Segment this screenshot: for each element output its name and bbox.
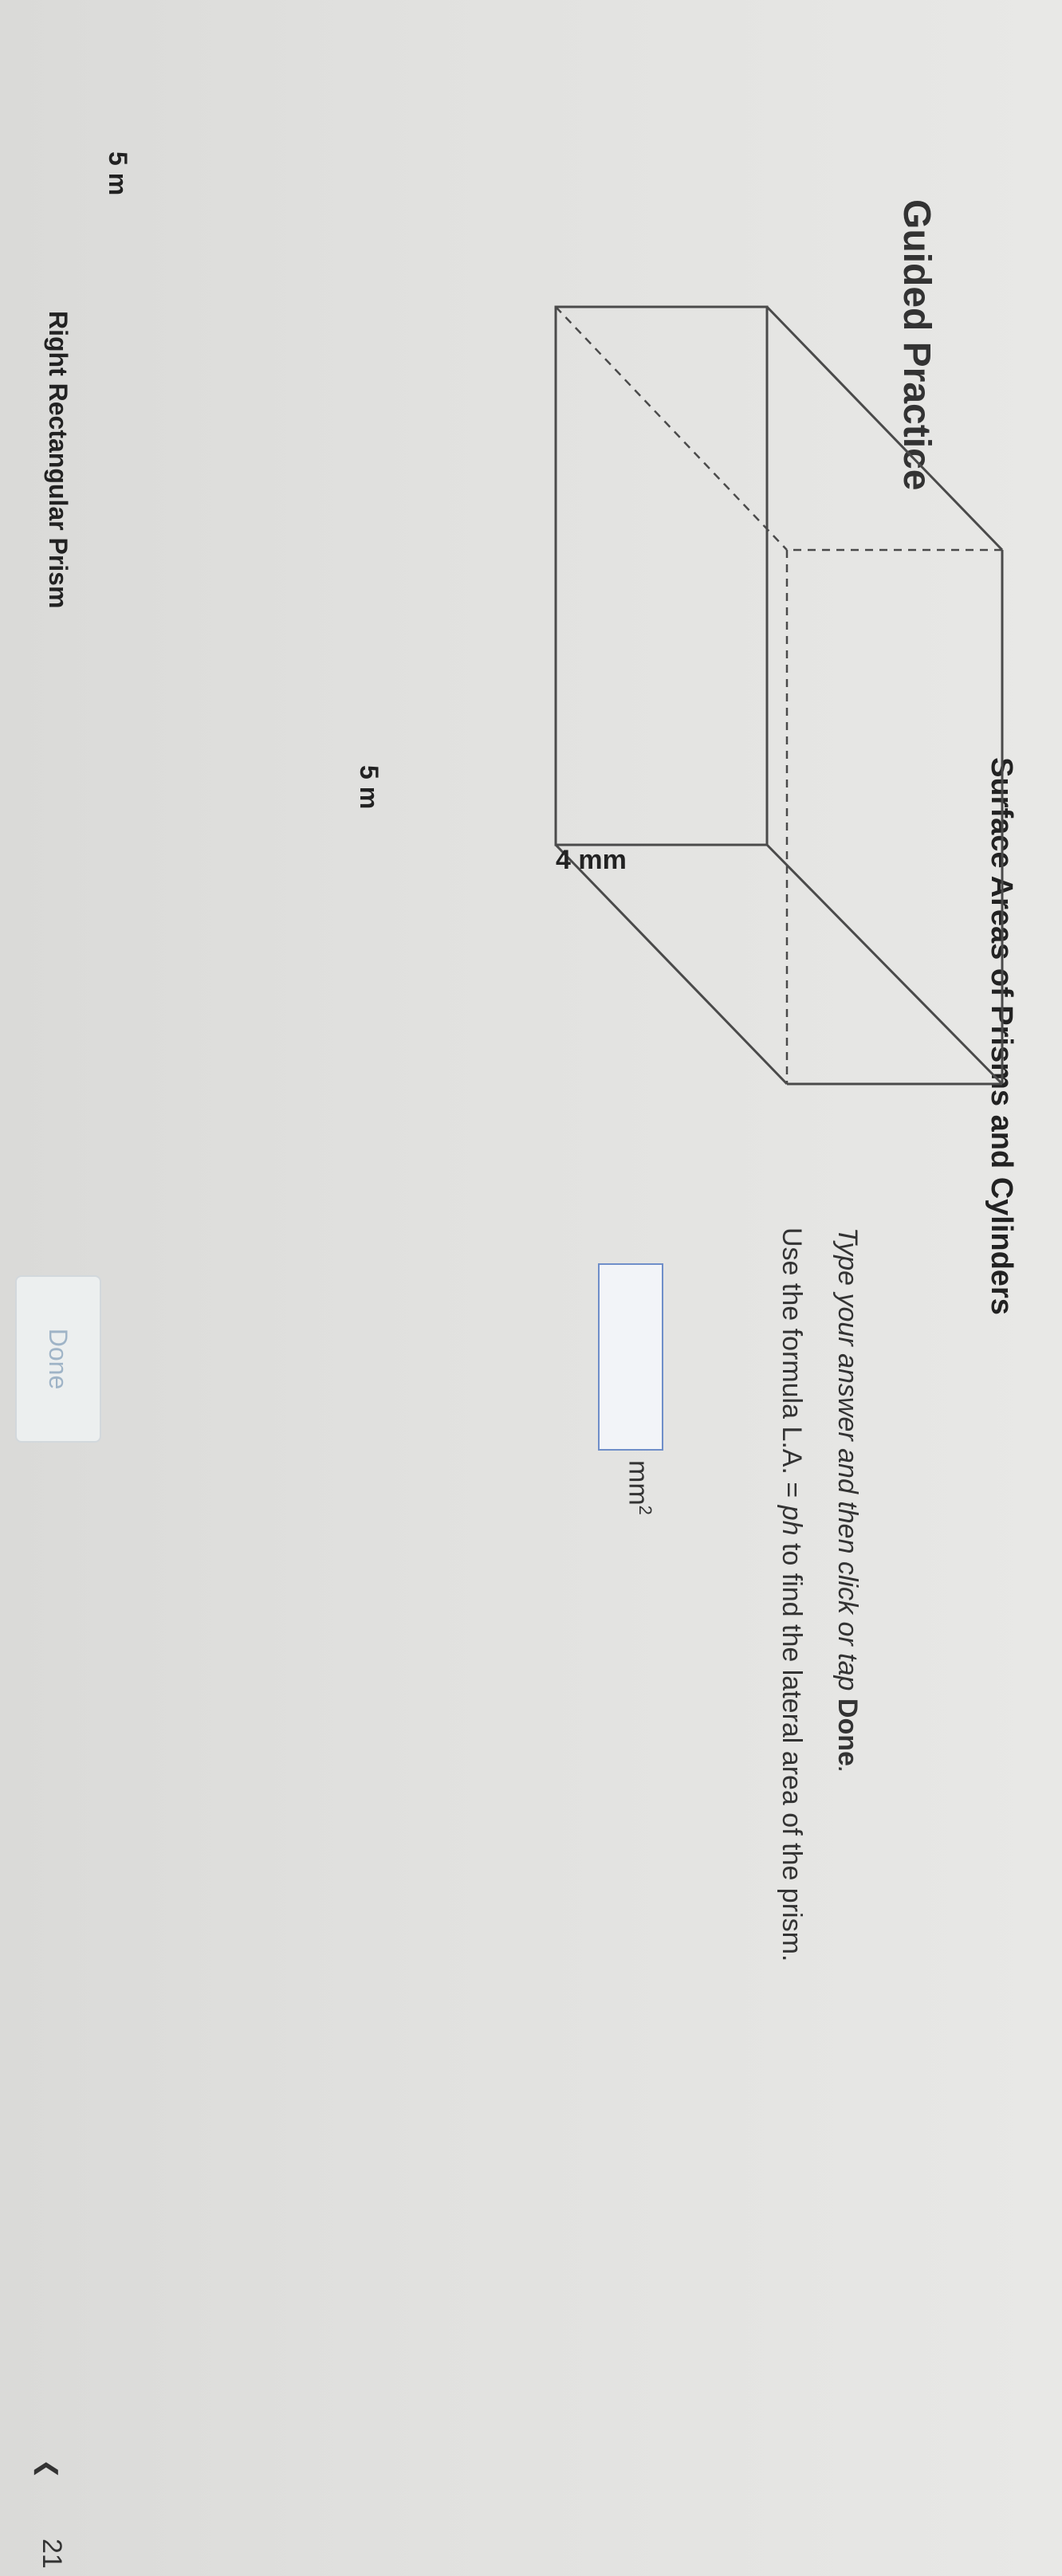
prism-front-face (554, 305, 769, 846)
question-screen: Surface Areas of Prisms and Cylinders Gu… (0, 0, 1062, 2576)
answer-input[interactable] (598, 1263, 663, 1451)
prompt-prefix: Use the formula L.A. = (777, 1227, 807, 1498)
prism-edge (765, 305, 1004, 552)
instruction-prefix: Type your answer and then click or tap (832, 1227, 863, 1691)
unit-text: mm (623, 1460, 654, 1506)
height-label: 4 mm (556, 845, 627, 875)
instruction-suffix: . (832, 1765, 863, 1774)
instruction-action: Done (832, 1698, 863, 1766)
prompt-suffix: to find the lateral area of the prism. (777, 1542, 807, 1962)
page-number: 21 (37, 2539, 67, 2569)
done-button[interactable]: Done (15, 1275, 101, 1443)
prism-hidden-edge (555, 306, 788, 551)
prism-figure: 4 mm 5 m 5 m Right Rectangular Prism (44, 151, 1004, 1086)
width-label: 5 m (104, 151, 132, 195)
unit-exponent: 2 (635, 1505, 655, 1515)
figure-caption: Right Rectangular Prism (44, 311, 73, 608)
prism-edge (765, 843, 1004, 1086)
question-prompt: Use the formula L.A. = ph to find the la… (776, 1227, 807, 1961)
chevron-left-icon[interactable]: ❮ (33, 2459, 61, 2479)
prompt-formula: ph (777, 1505, 807, 1536)
prism-edge (554, 843, 789, 1086)
answer-unit: mm2 (623, 1460, 655, 1515)
depth-label: 5 m (355, 765, 384, 809)
instruction-text: Type your answer and then click or tap D… (832, 1227, 863, 1773)
